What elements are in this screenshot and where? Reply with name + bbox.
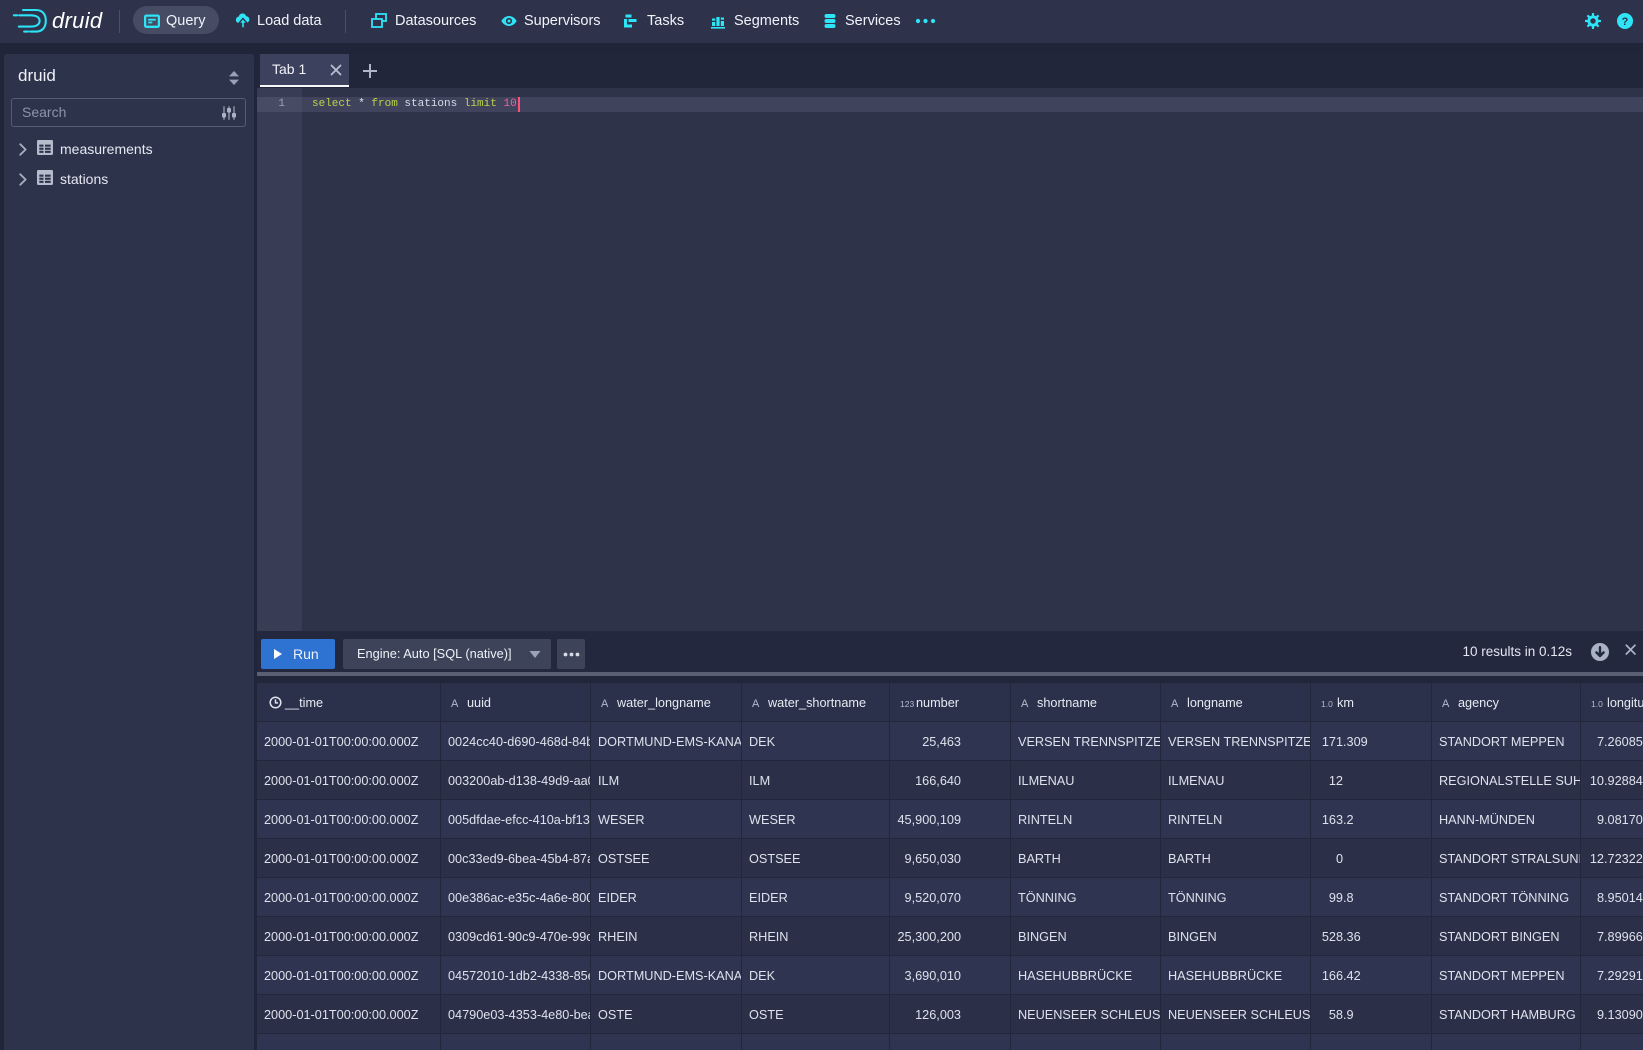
svg-text:?: ? [1622,16,1629,28]
